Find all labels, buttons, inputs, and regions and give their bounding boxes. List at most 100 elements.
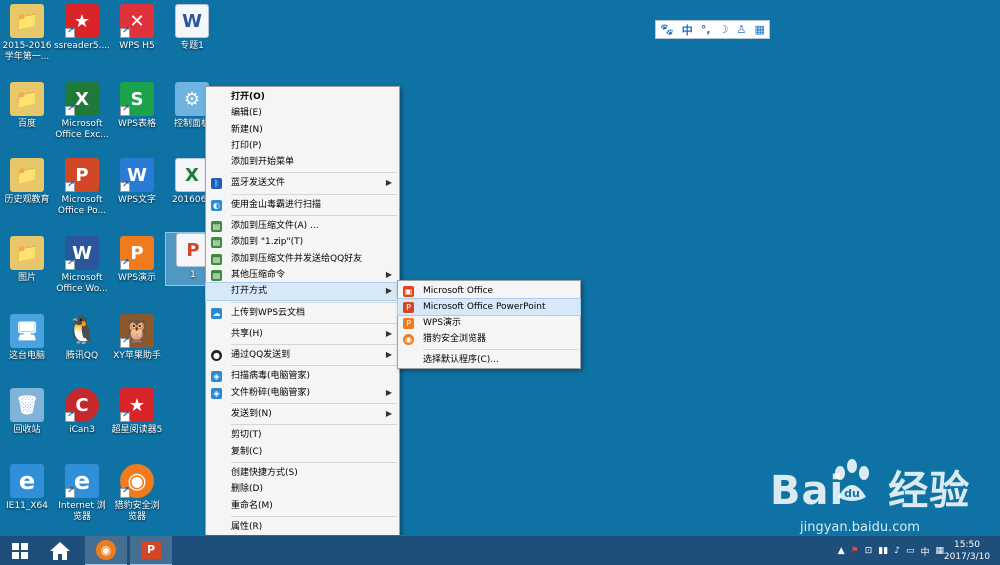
menu-item-share[interactable]: 共享(H) ▶	[206, 326, 399, 342]
desktop-icon-excel[interactable]: X Microsoft Office Exc...	[55, 82, 109, 141]
desktop-icon-ssreader[interactable]: ★ ssreader5....	[54, 4, 110, 52]
flag-notification-icon[interactable]: ⚑	[851, 546, 859, 556]
windows-logo-icon	[12, 543, 28, 559]
desktop-icon-wps-writer[interactable]: W WPS文字	[110, 158, 164, 206]
menu-separator	[231, 515, 397, 517]
desktop-icon-ican3[interactable]: C iCan3	[55, 388, 109, 436]
menu-item-label: Microsoft Office PowerPoint	[423, 302, 546, 312]
desktop-icon-wps-presentation[interactable]: P WPS演示	[110, 236, 164, 284]
powerpoint-icon: P	[65, 158, 99, 192]
menu-item-delete[interactable]: 删除(D)	[206, 481, 399, 497]
menu-item-label: 通过QQ发送到	[231, 350, 291, 361]
network-signal-icon[interactable]: ▮▮	[878, 546, 888, 556]
desktop-icon-2015-folder[interactable]: 📁 2015-2016 学年第一...	[0, 4, 54, 63]
menu-item-print[interactable]: 打印(P)	[206, 138, 399, 154]
chinese-mode-toggle[interactable]: 中	[682, 22, 693, 38]
menu-item-add-to-start[interactable]: 添加到开始菜单	[206, 154, 399, 170]
desktop-icon-topic1-doc[interactable]: W 专题1	[165, 4, 219, 52]
desktop-icon-word[interactable]: W Microsoft Office Wo...	[55, 236, 109, 295]
menu-item-open[interactable]: 打开(O)	[206, 89, 399, 105]
menu-item-add-to-zip[interactable]: ▤ 添加到 "1.zip"(T)	[206, 234, 399, 250]
submenu-item-choose-default[interactable]: 选择默认程序(C)...	[398, 352, 580, 368]
submenu-arrow-icon: ▶	[385, 328, 392, 338]
desktop-icon-pictures-folder[interactable]: 📁 图片	[0, 236, 54, 284]
pc-manager-shield-icon: ◈	[211, 371, 222, 383]
taskbar-app-powerpoint[interactable]: P	[130, 536, 172, 565]
desktop-icon-ie11[interactable]: e IE11_X64	[0, 464, 54, 512]
show-hidden-icons-button[interactable]: ▲	[838, 546, 845, 556]
grid-icon[interactable]: ▦	[754, 23, 764, 36]
menu-item-label: 扫描病毒(电脑管家)	[231, 371, 311, 382]
start-button[interactable]	[0, 536, 40, 565]
ican3-icon: C	[65, 388, 99, 422]
user-icon[interactable]: ♙	[737, 23, 747, 36]
office-icon: ▣	[403, 286, 414, 297]
menu-item-kingsoft-scan[interactable]: ◐ 使用金山毒霸进行扫描	[206, 197, 399, 213]
menu-item-archive-send-qq[interactable]: ▤ 添加到压缩文件并发送给QQ好友	[206, 251, 399, 267]
desktop-icon-label: 图片	[17, 273, 36, 283]
shortcut-arrow-icon	[120, 180, 130, 192]
menu-item-properties[interactable]: 属性(R)	[206, 519, 399, 535]
menu-item-bluetooth-send[interactable]: ᛒ 蓝牙发送文件 ▶	[206, 175, 399, 191]
desktop-icon-xy-assistant[interactable]: 🦉 XY苹果助手	[110, 314, 164, 362]
submenu-item-powerpoint[interactable]: P Microsoft Office PowerPoint	[397, 298, 581, 316]
desktop-icon-wps-spreadsheet[interactable]: S WPS表格	[110, 82, 164, 130]
menu-item-send-to[interactable]: 发送到(N) ▶	[206, 406, 399, 422]
desktop-icon-superstar-reader[interactable]: ★ 超星阅读器5	[110, 388, 164, 436]
desktop-icon-qq[interactable]: 🐧 腾讯QQ	[55, 314, 109, 362]
desktop-icon-label: XY苹果助手	[113, 351, 161, 361]
menu-separator	[231, 403, 397, 405]
menu-separator	[231, 215, 397, 217]
taskbar-app-liebao-browser[interactable]: ◉	[85, 536, 127, 565]
menu-item-label: 新建(N)	[231, 124, 263, 135]
menu-item-rename[interactable]: 重命名(M)	[206, 498, 399, 514]
menu-item-other-compression[interactable]: ▤ 其他压缩命令 ▶	[206, 267, 399, 283]
moon-icon[interactable]: ☽	[719, 23, 729, 36]
desktop-icon-baidu-folder[interactable]: 📁 百度	[0, 82, 54, 130]
desktop-icon-wps-h5[interactable]: ✕ WPS H5	[110, 4, 164, 52]
menu-item-create-shortcut[interactable]: 创建快捷方式(S)	[206, 465, 399, 481]
punctuation-toggle[interactable]: °,	[701, 23, 711, 36]
menu-item-open-with[interactable]: 打开方式 ▶	[205, 282, 400, 301]
word-icon: W	[65, 236, 99, 270]
watermark-url: jingyan.baidu.com	[800, 520, 920, 535]
battery-icon[interactable]: ▭	[906, 546, 915, 556]
submenu-arrow-icon: ▶	[385, 409, 392, 419]
submenu-item-wps-presentation[interactable]: P WPS演示	[398, 315, 580, 331]
submenu-item-liebao-browser[interactable]: ◉ 猎豹安全浏览器	[398, 331, 580, 347]
menu-item-send-via-qq[interactable]: ● 通过QQ发送到 ▶	[206, 347, 399, 363]
menu-item-scan-virus[interactable]: ◈ 扫描病毒(电脑管家)	[206, 368, 399, 384]
liebao-browser-icon: ◉	[120, 464, 154, 498]
menu-item-new[interactable]: 新建(N)	[206, 122, 399, 138]
menu-item-file-shred[interactable]: ◈ 文件粉碎(电脑管家) ▶	[206, 385, 399, 401]
wps-h5-icon: ✕	[120, 4, 154, 38]
desktop-icon-liebao-browser[interactable]: ◉ 猎豹安全浏 览器	[110, 464, 164, 523]
desktop-icon-history-folder[interactable]: 📁 历史观教育	[0, 158, 54, 206]
menu-item-upload-wps-cloud[interactable]: ☁ 上传到WPS云文档	[206, 305, 399, 321]
menu-item-add-to-archive[interactable]: ▤ 添加到压缩文件(A) ...	[206, 218, 399, 234]
shortcut-arrow-icon	[120, 410, 130, 422]
device-icon[interactable]: ⊡	[865, 546, 873, 556]
paw-icon[interactable]: 🐾	[660, 23, 674, 36]
ime-language-bar: 🐾 中 °, ☽ ♙ ▦	[655, 20, 770, 39]
home-button[interactable]	[40, 536, 80, 565]
desktop-icon-recycle-bin[interactable]: 🗑 回收站	[0, 388, 54, 436]
menu-item-edit[interactable]: 编辑(E)	[206, 105, 399, 121]
volume-icon[interactable]: ♪	[894, 546, 900, 556]
desktop-icon-internet-explorer[interactable]: e Internet 浏 览器	[55, 464, 109, 523]
desktop-icon-this-pc[interactable]: 🖥 这台电脑	[0, 314, 54, 362]
menu-item-label: 添加到压缩文件并发送给QQ好友	[231, 253, 363, 264]
desktop-icon-powerpoint[interactable]: P Microsoft Office Po...	[55, 158, 109, 217]
svg-text:du: du	[844, 487, 860, 500]
menu-item-cut[interactable]: 剪切(T)	[206, 427, 399, 443]
menu-item-label: 共享(H)	[231, 328, 263, 339]
menu-separator	[231, 193, 397, 195]
submenu-item-microsoft-office[interactable]: ▣ Microsoft Office	[398, 283, 580, 299]
ime-chinese-indicator[interactable]: 中	[920, 545, 929, 558]
kingsoft-antivirus-icon: ◐	[211, 199, 222, 211]
taskbar-clock[interactable]: 15:50 2017/3/10	[942, 539, 992, 563]
menu-item-copy[interactable]: 复制(C)	[206, 444, 399, 460]
desktop-icon-label: Microsoft Office Wo...	[56, 273, 108, 294]
bluetooth-icon: ᛒ	[211, 178, 222, 190]
menu-item-label: 猎豹安全浏览器	[423, 334, 487, 344]
